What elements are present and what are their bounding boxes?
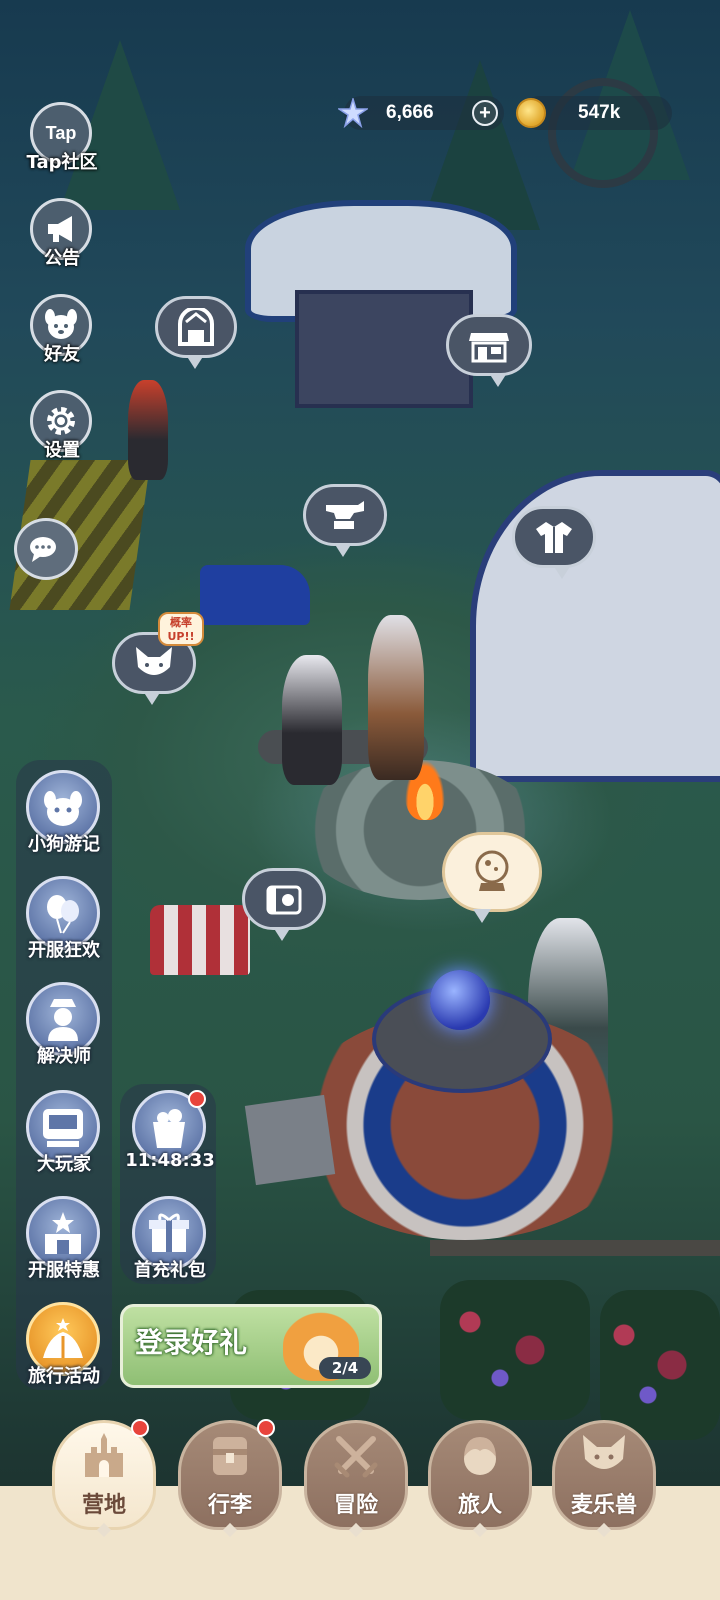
event-countdown-label: 11:48:33 — [125, 1150, 215, 1171]
notification-dot — [257, 1419, 275, 1437]
mailbox — [150, 905, 250, 975]
mailbox-bubble[interactable] — [242, 868, 326, 941]
login-reward-banner[interactable]: 登录好礼 2/4 — [120, 1304, 382, 1388]
buy-gems-button[interactable]: + — [472, 100, 498, 126]
launch-carnival-label: 开服狂欢 — [28, 940, 100, 961]
nav-label: 麦乐兽 — [570, 1493, 637, 1518]
announcement-label: 公告 — [44, 248, 80, 269]
travel-activity-label: 旅行活动 — [28, 1366, 100, 1387]
login-reward-title: 登录好礼 — [135, 1326, 248, 1359]
balloons-icon — [47, 895, 79, 934]
notification-dot — [131, 1419, 149, 1437]
wardrobe-bubble[interactable] — [512, 506, 596, 579]
fox-face-icon — [583, 1435, 625, 1469]
tent-star-icon — [43, 1318, 83, 1358]
camera-icon — [266, 885, 302, 915]
tap-icon: Tap — [45, 122, 77, 143]
chat-button[interactable] — [14, 518, 78, 580]
chat-bubbles-icon — [30, 537, 56, 562]
crossed-swords-icon — [334, 1436, 378, 1478]
yurt-tent — [470, 470, 720, 782]
first-recharge-label: 首充礼包 — [134, 1260, 206, 1281]
login-reward-progress: 2/4 — [319, 1357, 371, 1379]
crystal-ball — [430, 970, 490, 1030]
stars-shop-icon — [45, 1212, 81, 1254]
anvil-icon — [326, 501, 364, 529]
nav-label: 行李 — [207, 1493, 252, 1518]
dog-face-icon — [45, 309, 77, 339]
nav-tab-adventure[interactable]: 冒险 — [304, 1420, 408, 1538]
traveler-character — [368, 615, 424, 780]
nav-tab-luggage[interactable]: 行李 — [178, 1419, 282, 1538]
castle-icon — [85, 1433, 123, 1477]
backpack-icon — [213, 1437, 247, 1475]
anvil — [200, 565, 310, 625]
notice-board — [244, 1094, 336, 1186]
gacha-shrine-bubble[interactable] — [155, 296, 237, 369]
nav-label: 冒险 — [333, 1493, 378, 1518]
shop-icon — [469, 333, 509, 363]
traveler-character — [128, 380, 168, 480]
nav-label: 营地 — [81, 1493, 126, 1518]
fortune-teller-bubble[interactable] — [442, 832, 542, 923]
flower-bush — [440, 1280, 590, 1420]
gem-amount: 6,666 — [386, 102, 434, 123]
traveler-character — [282, 655, 342, 785]
notification-dot — [188, 1090, 206, 1108]
gift-box-icon — [149, 1213, 189, 1252]
solver-label: 解决师 — [37, 1046, 91, 1067]
gift-bucket-icon — [153, 1109, 185, 1148]
coin-amount: 547k — [578, 102, 621, 123]
shop-bubble[interactable] — [446, 314, 532, 387]
settings-label: 设置 — [44, 440, 80, 461]
megaphone-icon — [48, 216, 72, 242]
traveler-face-icon — [464, 1437, 496, 1475]
gem-star-icon — [338, 98, 368, 128]
coin-counter: 547k — [516, 96, 672, 130]
solver-icon — [48, 999, 78, 1041]
probability-up-badge: 概率 UP!! — [158, 612, 204, 646]
flower-bush — [600, 1290, 720, 1440]
crystal-ball-icon — [475, 850, 509, 891]
nav-tab-mello-beast[interactable]: 麦乐兽 — [552, 1420, 656, 1538]
big-player-label: 大玩家 — [37, 1154, 91, 1175]
dog-travel-icon — [44, 791, 82, 826]
gear-icon — [47, 407, 75, 435]
dog-travel-label: 小狗游记 — [28, 834, 100, 855]
arcade-machine-icon — [43, 1109, 83, 1147]
fox-face-icon — [136, 647, 172, 675]
launch-sale-label: 开服特惠 — [28, 1260, 100, 1281]
nav-label: 旅人 — [457, 1493, 502, 1518]
tap-community-label: Tap社区 — [26, 152, 98, 173]
nav-tab-camp[interactable]: 营地 — [52, 1419, 156, 1538]
friends-label: 好友 — [44, 344, 80, 365]
nav-tab-travelers[interactable]: 旅人 — [428, 1420, 532, 1538]
shrine-icon — [178, 308, 214, 346]
gem-counter: 6,666 + — [338, 96, 504, 130]
shirt-icon — [536, 522, 572, 553]
coin-icon — [516, 98, 546, 128]
forge-bubble[interactable] — [303, 484, 387, 557]
fence — [430, 1240, 720, 1256]
windmill-wheel — [548, 78, 658, 188]
